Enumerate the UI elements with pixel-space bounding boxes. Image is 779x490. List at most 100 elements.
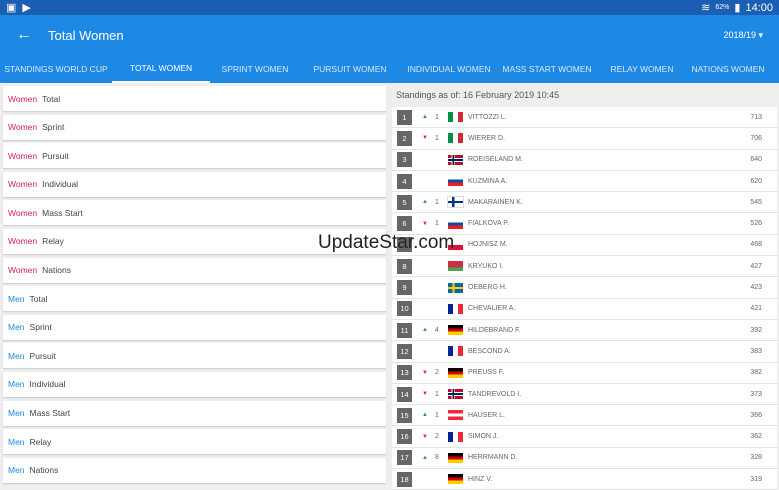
athlete-name: WIERER D. xyxy=(468,134,505,142)
flag-nor-icon xyxy=(448,154,463,165)
points: 545 xyxy=(750,198,762,206)
points: 328 xyxy=(750,454,762,462)
rank-badge: 1 xyxy=(397,109,412,125)
tab-mass-start-women[interactable]: MASS START WOMEN xyxy=(498,55,596,83)
table-row[interactable]: 15 ▲ 1 HAUSER L. 366 xyxy=(392,405,777,427)
category-label: Relay xyxy=(42,236,64,247)
table-row[interactable]: 2 ▼ 1 WIERER D. 706 xyxy=(392,128,777,150)
list-item[interactable]: Men Sprint xyxy=(3,314,386,340)
category-label: Sprint xyxy=(29,322,52,333)
points: 382 xyxy=(750,369,762,377)
rank-badge: 12 xyxy=(397,343,412,359)
athlete-name: FIALKOVA P. xyxy=(468,220,509,228)
rank-badge: 10 xyxy=(397,301,412,317)
flag-nor-icon xyxy=(448,389,463,399)
rank-change: 1 xyxy=(435,390,439,398)
flag-ger-icon xyxy=(448,367,463,378)
tab-pursuit-women[interactable]: PURSUIT WOMEN xyxy=(300,55,400,83)
points: 526 xyxy=(750,220,762,228)
table-row[interactable]: 6 ▼ 1 FIALKOVA P. 526 xyxy=(392,213,777,235)
table-row[interactable]: 17 ▲ 8 HERRMANN D. 328 xyxy=(392,447,777,470)
list-item[interactable]: Men Individual xyxy=(3,371,386,397)
tab-sprint-women[interactable]: SPRINT WOMEN xyxy=(210,55,300,83)
tab-bar: STANDINGS WORLD CUP TOTAL WOMEN SPRINT WOM… xyxy=(0,55,779,83)
list-item[interactable]: Men Relay xyxy=(3,429,386,455)
points: 713 xyxy=(750,113,762,121)
table-row[interactable]: 14 ▼ 1 TANDREVOLD I. 373 xyxy=(392,383,777,406)
table-row[interactable]: 13 ▼ 2 PREUSS F. 382 xyxy=(392,362,777,384)
arrow-down-icon: ▼ xyxy=(422,391,428,397)
play-icon: ▶ xyxy=(22,2,31,14)
status-bar: ▣ ▶ ≋ 62% ▮ 14:00 xyxy=(0,0,779,15)
list-item[interactable]: Women Relay xyxy=(3,228,386,254)
athlete-name: HILDEBRAND F. xyxy=(468,326,521,334)
list-item[interactable]: Women Pursuit xyxy=(3,143,386,169)
list-item[interactable]: Women Individual xyxy=(3,171,386,197)
list-item[interactable]: Women Nations xyxy=(3,257,386,283)
table-row[interactable]: 11 ▲ 4 HILDEBRAND F. 392 xyxy=(392,319,777,342)
flag-fra-icon xyxy=(448,346,463,357)
list-item[interactable]: Men Nations xyxy=(3,457,386,483)
tab-nations-women[interactable]: NATIONS WOMEN xyxy=(688,55,768,83)
table-row[interactable]: 1 ▲ 1 VITTOZZI L. 713 xyxy=(392,107,777,129)
points: 421 xyxy=(750,305,762,313)
flag-svk-icon xyxy=(448,176,463,187)
points: 423 xyxy=(750,284,762,292)
tab-total-women[interactable]: TOTAL WOMEN xyxy=(112,55,210,83)
category-label: Pursuit xyxy=(29,350,57,361)
list-item[interactable]: Men Pursuit xyxy=(3,343,386,369)
list-item[interactable]: Men Mass Start xyxy=(3,400,386,426)
tab-relay-women[interactable]: RELAY WOMEN xyxy=(596,55,688,83)
tab-standings-world-cup[interactable]: STANDINGS WORLD CUP xyxy=(0,55,112,83)
athlete-name: MAKARAINEN K. xyxy=(468,198,523,206)
rank-badge: 13 xyxy=(397,365,412,381)
flag-ger-icon xyxy=(448,325,463,336)
athlete-name: HOJNISZ M. xyxy=(468,241,508,249)
list-item[interactable]: Women Total xyxy=(3,86,386,111)
table-row[interactable]: 7 HOJNISZ M. 468 xyxy=(392,234,777,257)
table-row[interactable]: 3 ROEISELAND M. 640 xyxy=(392,149,777,171)
back-arrow-icon[interactable]: ← xyxy=(16,26,32,44)
category-label: Mass Start xyxy=(42,207,83,218)
season-dropdown[interactable]: 2018/19 ▾ xyxy=(723,30,763,41)
list-item[interactable]: Women Sprint xyxy=(3,114,386,140)
gender-label: Men xyxy=(8,322,25,333)
table-row[interactable]: 16 ▼ 2 SIMON J. 362 xyxy=(392,426,777,448)
category-label: Individual xyxy=(42,179,79,190)
points: 319 xyxy=(750,475,762,483)
category-list: Women Total Women Sprint Women Pursuit Women In… xyxy=(0,83,390,487)
gender-label: Women xyxy=(8,236,38,247)
table-row[interactable]: 9 OEBERG H. 423 xyxy=(392,277,777,299)
flag-ger-icon xyxy=(448,474,463,485)
rank-badge: 4 xyxy=(397,173,412,189)
flag-fra-icon xyxy=(448,303,463,314)
athlete-name: BESCOND A. xyxy=(468,347,511,355)
rank-change: 4 xyxy=(435,326,439,334)
gender-label: Women xyxy=(8,150,38,161)
points: 362 xyxy=(750,433,762,441)
category-label: Total xyxy=(29,293,48,304)
flag-pol-icon xyxy=(448,239,463,250)
rank-badge: 9 xyxy=(397,280,412,296)
table-row[interactable]: 5 ▲ 1 MAKARAINEN K. 545 xyxy=(392,192,777,214)
rank-badge: 3 xyxy=(397,152,412,168)
list-item[interactable]: Women Mass Start xyxy=(3,200,386,226)
battery-level: 62% xyxy=(715,4,730,11)
arrow-down-icon: ▼ xyxy=(422,220,428,227)
category-label: Nations xyxy=(29,465,59,476)
table-row[interactable]: 10 CHEVALIER A. 421 xyxy=(392,298,777,320)
tab-individual-women[interactable]: INDIVIDUAL WOMEN xyxy=(400,55,498,83)
table-row[interactable]: 4 KUZMINA A. 620 xyxy=(392,170,777,193)
wifi-icon: ≋ xyxy=(701,2,711,14)
gender-label: Women xyxy=(8,179,38,190)
gender-label: Men xyxy=(8,379,25,390)
table-row[interactable]: 12 BESCOND A. 383 xyxy=(392,341,777,363)
standings-panel: Standings as of: 16 February 2019 10:45 … xyxy=(390,83,779,490)
athlete-name: CHEVALIER A. xyxy=(468,305,516,313)
rank-change: 1 xyxy=(435,134,439,142)
table-row[interactable]: 8 KRYUKO I. 427 xyxy=(392,256,777,278)
athlete-name: ROEISELAND M. xyxy=(468,156,523,164)
list-item[interactable]: Men Total xyxy=(3,286,386,312)
gender-label: Men xyxy=(8,408,25,419)
athlete-name: PREUSS F. xyxy=(468,369,505,377)
